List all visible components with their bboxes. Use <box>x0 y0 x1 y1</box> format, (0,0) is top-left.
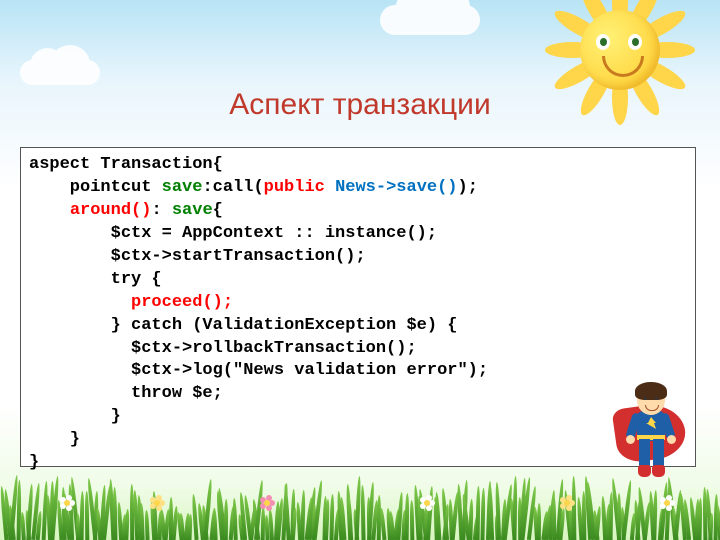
cloud-icon <box>20 60 100 85</box>
grass-decoration <box>0 470 720 540</box>
code-block: aspect Transaction{ pointcut save:call(p… <box>20 147 696 467</box>
slide-title: Аспект транзакции <box>0 88 720 122</box>
superhero-icon <box>613 385 688 480</box>
slide: Аспект транзакции aspect Transaction{ po… <box>0 0 720 540</box>
cloud-icon <box>380 5 480 35</box>
code-text: aspect Transaction{ <box>29 155 223 174</box>
